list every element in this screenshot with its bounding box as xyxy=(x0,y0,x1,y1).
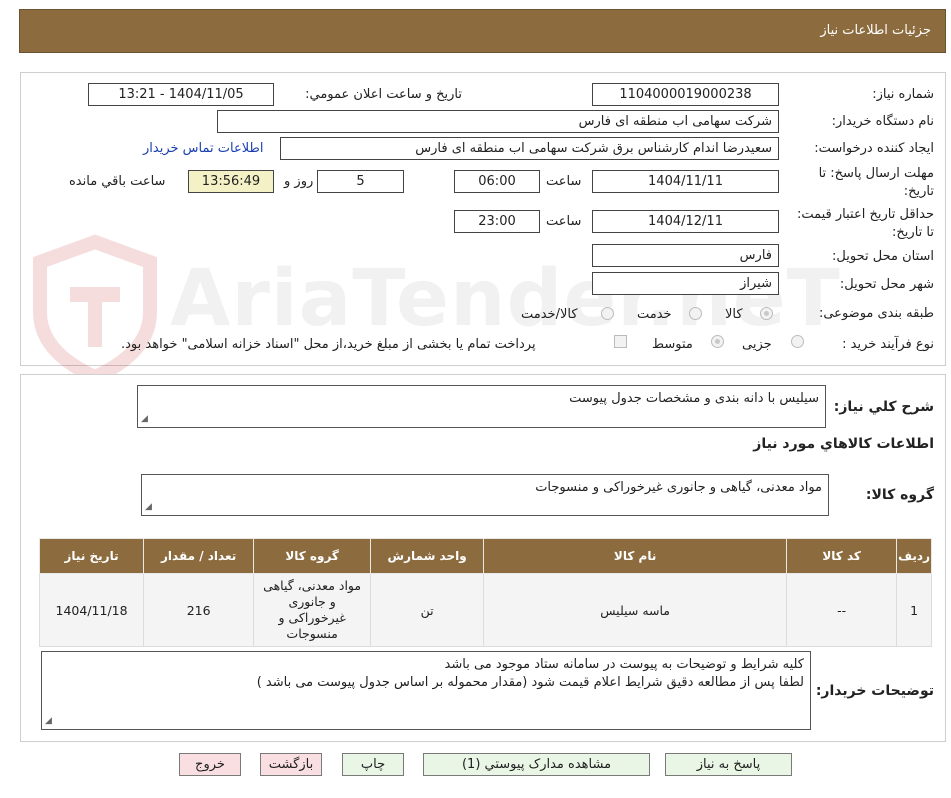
summary-textarea[interactable]: سیلیس با دانه بندی و مشخصات جدول پیوست ◢ xyxy=(137,385,826,428)
goods-group-text: مواد معدنی، گیاهی و جانوری غیرخوراکی و م… xyxy=(535,480,822,495)
province-field: فارس xyxy=(592,244,779,267)
process-option-medium: متوسط xyxy=(652,337,693,352)
cell-need-date: 1404/11/18 xyxy=(38,573,145,647)
days-label: روز و xyxy=(284,174,314,189)
need-number-label: شماره نیاز: xyxy=(872,87,934,102)
requester-field: سعیدرضا اندام کارشناس برق شرکت سهامی اب … xyxy=(280,137,779,160)
deadline-time-field: 06:00 xyxy=(454,170,540,193)
category-option-goods: کالا xyxy=(725,307,743,322)
validity-time-field: 23:00 xyxy=(454,210,540,233)
resize-grip-icon[interactable]: ◢ xyxy=(45,717,52,726)
announce-field: 1404/11/05 - 13:21 xyxy=(88,83,274,106)
view-attachments-button[interactable]: مشاهده مدارک پیوستي (1) xyxy=(423,753,650,776)
validity-date-field: 1404/12/11 xyxy=(592,210,779,233)
back-button[interactable]: بازگشت xyxy=(260,753,322,776)
items-table: ردیف کد کالا نام کالا واحد شمارش گروه کا… xyxy=(38,538,932,647)
goods-info-title: اطلاعات کالاهاي مورد نياز xyxy=(753,436,934,452)
category-radio-goods[interactable] xyxy=(760,307,773,320)
announce-label: تاریخ و ساعت اعلان عمومي: xyxy=(305,87,462,102)
deadline-date-field: 1404/11/11 xyxy=(592,170,779,193)
remaining-time-label: ساعت باقي مانده xyxy=(69,174,166,189)
cell-unit: تن xyxy=(370,573,485,647)
print-button[interactable]: چاپ xyxy=(342,753,404,776)
city-label: شهر محل تحویل: xyxy=(839,277,934,292)
treasury-payment-checkbox[interactable] xyxy=(614,335,627,348)
buyer-notes-label: توضیحات خریدار: xyxy=(815,683,934,699)
province-label: استان محل تحویل: xyxy=(832,249,934,264)
buyer-notes-line2: لطفا پس از مطالعه دقیق شرایط اعلام قیمت … xyxy=(256,675,804,690)
goods-group-textarea[interactable]: مواد معدنی، گیاهی و جانوری غیرخوراکی و م… xyxy=(141,474,829,516)
col-group: گروه کالا xyxy=(253,538,372,574)
remaining-time-field: 13:56:49 xyxy=(188,170,274,193)
resize-grip-icon[interactable]: ◢ xyxy=(145,503,152,512)
cell-item-name: ماسه سیلیس xyxy=(483,573,788,647)
process-option-minor: جزیی xyxy=(742,337,772,352)
cell-row-number: 1 xyxy=(896,573,932,647)
reply-to-need-button[interactable]: پاسخ به نیاز xyxy=(665,753,792,776)
buyer-org-field: شرکت سهامی اب منطقه ای فارس xyxy=(217,110,779,133)
deadline-time-label: ساعت xyxy=(546,174,582,189)
buyer-notes-line1: کلیه شرایط و توضیحات به پیوست در سامانه … xyxy=(444,657,804,672)
exit-button[interactable]: خروج xyxy=(179,753,241,776)
page-header: جزئیات اطلاعات نیاز xyxy=(19,9,946,53)
table-header-row: ردیف کد کالا نام کالا واحد شمارش گروه کا… xyxy=(38,538,932,574)
col-item-code: کد کالا xyxy=(786,538,898,574)
process-radio-minor[interactable] xyxy=(791,335,804,348)
validity-time-label: ساعت xyxy=(546,214,582,229)
resize-grip-icon[interactable]: ◢ xyxy=(141,415,148,424)
buyer-contact-link[interactable]: اطلاعات تماس خریدار xyxy=(143,141,263,156)
col-row-number: ردیف xyxy=(896,538,932,574)
city-field: شیراز xyxy=(592,272,779,295)
summary-text: سیلیس با دانه بندی و مشخصات جدول پیوست xyxy=(569,391,819,406)
cell-quantity: 216 xyxy=(143,573,255,647)
page-title: جزئیات اطلاعات نیاز xyxy=(820,23,931,38)
cell-item-code: -- xyxy=(786,573,898,647)
need-number-field: 1104000019000238 xyxy=(592,83,779,106)
category-option-goods-service: کالا/خدمت xyxy=(521,307,578,322)
category-option-service: خدمت xyxy=(637,307,672,322)
summary-label: شرح کلي نياز: xyxy=(833,399,934,415)
category-label: طبقه بندی موضوعی: xyxy=(818,306,934,321)
validity-label: حداقل تاریخ اعتبار قیمت: تا تاریخ: xyxy=(796,207,934,240)
col-quantity: تعداد / مقدار xyxy=(143,538,255,574)
process-label: نوع فرآیند خرید : xyxy=(842,337,934,352)
table-row: 1 -- ماسه سیلیس تن مواد معدنی، گیاهی و ج… xyxy=(38,573,932,647)
deadline-label: مهلت ارسال پاسخ: تا تاریخ: xyxy=(818,166,934,199)
col-need-date: تاریخ نیاز xyxy=(38,538,145,574)
col-unit: واحد شمارش xyxy=(370,538,485,574)
days-remaining-field: 5 xyxy=(317,170,404,193)
cell-group: مواد معدنی، گیاهی و جانوری غیرخوراکی و م… xyxy=(253,573,372,647)
buyer-org-label: نام دستگاه خریدار: xyxy=(831,114,934,129)
buyer-notes-textarea[interactable]: کلیه شرایط و توضیحات به پیوست در سامانه … xyxy=(41,651,811,730)
category-radio-goods-service[interactable] xyxy=(601,307,614,320)
process-radio-medium[interactable] xyxy=(711,335,724,348)
goods-group-label: گروه کالا: xyxy=(865,487,934,503)
category-radio-service[interactable] xyxy=(689,307,702,320)
requester-label: ایجاد کننده درخواست: xyxy=(814,141,934,156)
col-item-name: نام کالا xyxy=(483,538,788,574)
treasury-payment-note: پرداخت تمام یا بخشی از مبلغ خرید،از محل … xyxy=(121,337,536,352)
